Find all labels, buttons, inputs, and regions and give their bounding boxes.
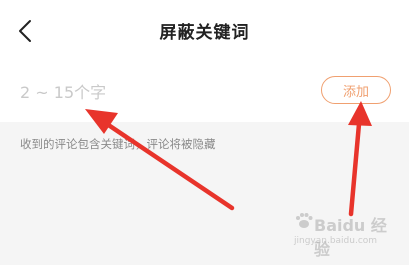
page-title: 屏蔽关键词 (159, 23, 250, 43)
hint-text: 收到的评论包含关键词，评论将被隐藏 (20, 137, 216, 151)
screen: 屏蔽关键词 添加 收到的评论包含关键词，评论将被隐藏 Baidu 经验 jing… (0, 0, 409, 265)
hint-area: 收到的评论包含关键词，评论将被隐藏 (0, 122, 409, 265)
keyword-input[interactable] (20, 79, 290, 105)
top-bar: 屏蔽关键词 (0, 0, 409, 62)
add-button[interactable]: 添加 (321, 76, 391, 104)
keyword-input-row: 添加 (0, 62, 409, 122)
